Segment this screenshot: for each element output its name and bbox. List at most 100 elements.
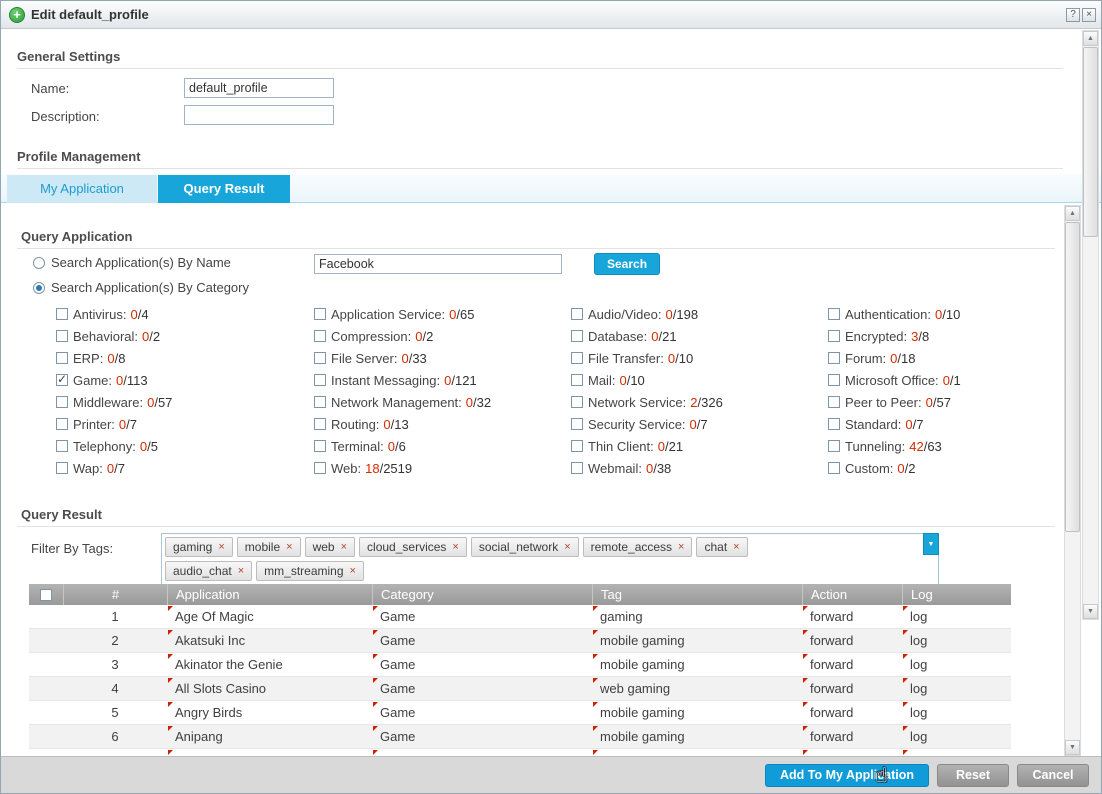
row-select-cell[interactable] — [29, 677, 63, 700]
category-item[interactable]: ✓ Forum: 0/18 — [828, 351, 1051, 366]
tab-my-application[interactable]: My Application — [7, 175, 157, 203]
cell-action[interactable]: forward — [802, 629, 902, 652]
category-checkbox[interactable]: ✓ — [56, 440, 68, 452]
category-checkbox[interactable]: ✓ — [571, 352, 583, 364]
remove-tag-icon[interactable]: × — [286, 542, 292, 553]
scrollbar-thumb[interactable] — [1083, 47, 1098, 237]
cell-application[interactable]: Angry Birds — [167, 701, 372, 724]
cell-category[interactable]: Game — [372, 677, 592, 700]
category-item[interactable]: ✓ Telephony: 0/5 — [56, 439, 314, 454]
row-select-cell[interactable] — [29, 605, 63, 628]
category-item[interactable]: ✓ Tunneling: 42/63 — [828, 439, 1051, 454]
category-item[interactable]: ✓ Standard: 0/7 — [828, 417, 1051, 432]
cell-category[interactable]: Game — [372, 701, 592, 724]
category-item[interactable]: ✓ Thin Client: 0/21 — [571, 439, 828, 454]
cell-log[interactable]: log — [902, 653, 1011, 676]
remove-tag-icon[interactable]: × — [218, 542, 224, 553]
category-checkbox[interactable]: ✓ — [828, 308, 840, 320]
table-row[interactable]: 5 Angry Birds Game mobile gaming forward… — [29, 701, 1011, 725]
category-item[interactable]: ✓ Wap: 0/7 — [56, 461, 314, 476]
category-checkbox[interactable]: ✓ — [571, 308, 583, 320]
category-checkbox[interactable]: ✓ — [314, 396, 326, 408]
category-checkbox[interactable]: ✓ — [828, 374, 840, 386]
category-checkbox[interactable]: ✓ — [571, 418, 583, 430]
table-row[interactable]: 2 Akatsuki Inc Game mobile gaming forwar… — [29, 629, 1011, 653]
cell-log[interactable]: log — [902, 605, 1011, 628]
category-checkbox[interactable]: ✓ — [314, 352, 326, 364]
category-checkbox[interactable]: ✓ — [314, 374, 326, 386]
select-all-checkbox[interactable]: ✓ — [40, 589, 52, 601]
category-checkbox[interactable]: ✓ — [56, 396, 68, 408]
category-item[interactable]: ✓ File Server: 0/33 — [314, 351, 571, 366]
category-checkbox[interactable]: ✓ — [571, 396, 583, 408]
cell-action[interactable]: forward — [802, 701, 902, 724]
cell-action[interactable]: forward — [802, 677, 902, 700]
cell-log[interactable]: log — [902, 701, 1011, 724]
search-by-category-radio[interactable] — [33, 282, 45, 294]
cell-tag[interactable]: web gaming — [592, 677, 802, 700]
category-item[interactable]: ✓ Behavioral: 0/2 — [56, 329, 314, 344]
scroll-up-icon[interactable]: ▲ — [1065, 206, 1080, 221]
row-select-cell[interactable] — [29, 725, 63, 748]
search-by-name-radio[interactable] — [33, 257, 45, 269]
category-item[interactable]: ✓ Game: 0/113 — [56, 373, 314, 388]
cell-action[interactable]: forward — [802, 725, 902, 748]
category-checkbox[interactable]: ✓ — [571, 330, 583, 342]
category-item[interactable]: ✓ Webmail: 0/38 — [571, 461, 828, 476]
remove-tag-icon[interactable]: × — [733, 542, 739, 553]
cell-category[interactable]: Game — [372, 605, 592, 628]
category-checkbox[interactable]: ✓ — [828, 462, 840, 474]
category-item[interactable]: ✓ File Transfer: 0/10 — [571, 351, 828, 366]
category-item[interactable]: ✓ Custom: 0/2 — [828, 461, 1051, 476]
cell-tag[interactable]: gaming — [592, 605, 802, 628]
category-item[interactable]: ✓ Authentication: 0/10 — [828, 307, 1051, 322]
remove-tag-icon[interactable]: × — [678, 542, 684, 553]
category-item[interactable]: ✓ Middleware: 0/57 — [56, 395, 314, 410]
remove-tag-icon[interactable]: × — [341, 542, 347, 553]
close-button[interactable]: × — [1082, 8, 1096, 22]
table-row[interactable]: 4 All Slots Casino Game web gaming forwa… — [29, 677, 1011, 701]
category-checkbox[interactable]: ✓ — [56, 330, 68, 342]
cell-action[interactable]: forward — [802, 653, 902, 676]
cell-application[interactable]: Age Of Magic — [167, 605, 372, 628]
cell-application[interactable]: Akatsuki Inc — [167, 629, 372, 652]
remove-tag-icon[interactable]: × — [564, 542, 570, 553]
category-item[interactable]: ✓ Antivirus: 0/4 — [56, 307, 314, 322]
category-checkbox[interactable]: ✓ — [828, 352, 840, 364]
row-select-cell[interactable] — [29, 701, 63, 724]
cell-log[interactable]: log — [902, 725, 1011, 748]
scroll-down-icon[interactable]: ▼ — [1065, 740, 1080, 755]
cell-category[interactable]: Game — [372, 725, 592, 748]
category-checkbox[interactable]: ✓ — [571, 440, 583, 452]
category-checkbox[interactable]: ✓ — [571, 462, 583, 474]
cell-category[interactable]: Game — [372, 629, 592, 652]
category-checkbox[interactable]: ✓ — [56, 418, 68, 430]
category-item[interactable]: ✓ Peer to Peer: 0/57 — [828, 395, 1051, 410]
row-select-cell[interactable] — [29, 653, 63, 676]
name-input[interactable] — [184, 78, 334, 98]
cell-tag[interactable]: mobile gaming — [592, 701, 802, 724]
category-item[interactable]: ✓ Terminal: 0/6 — [314, 439, 571, 454]
category-checkbox[interactable]: ✓ — [828, 440, 840, 452]
category-checkbox[interactable]: ✓ — [571, 374, 583, 386]
category-item[interactable]: ✓ ERP: 0/8 — [56, 351, 314, 366]
category-checkbox[interactable]: ✓ — [314, 308, 326, 320]
search-button[interactable]: Search — [594, 253, 660, 275]
cancel-button[interactable]: Cancel — [1017, 764, 1089, 787]
scroll-up-icon[interactable]: ▲ — [1083, 31, 1098, 46]
category-checkbox[interactable]: ✓ — [314, 418, 326, 430]
cell-log[interactable]: log — [902, 677, 1011, 700]
dialog-scrollbar[interactable]: ▲ ▼ — [1082, 30, 1099, 620]
remove-tag-icon[interactable]: × — [238, 566, 244, 577]
category-item[interactable]: ✓ Printer: 0/7 — [56, 417, 314, 432]
category-item[interactable]: ✓ Security Service: 0/7 — [571, 417, 828, 432]
category-checkbox[interactable]: ✓ — [56, 352, 68, 364]
tab-query-result[interactable]: Query Result — [158, 175, 290, 203]
category-item[interactable]: ✓ Mail: 0/10 — [571, 373, 828, 388]
cell-tag[interactable]: mobile gaming — [592, 725, 802, 748]
category-item[interactable]: ✓ Audio/Video: 0/198 — [571, 307, 828, 322]
category-item[interactable]: ✓ Encrypted: 3/8 — [828, 329, 1051, 344]
category-checkbox[interactable]: ✓ — [56, 374, 68, 386]
cell-log[interactable]: log — [902, 629, 1011, 652]
filter-tags-box[interactable]: gaming × mobile × web × cloud_servi — [161, 533, 939, 585]
